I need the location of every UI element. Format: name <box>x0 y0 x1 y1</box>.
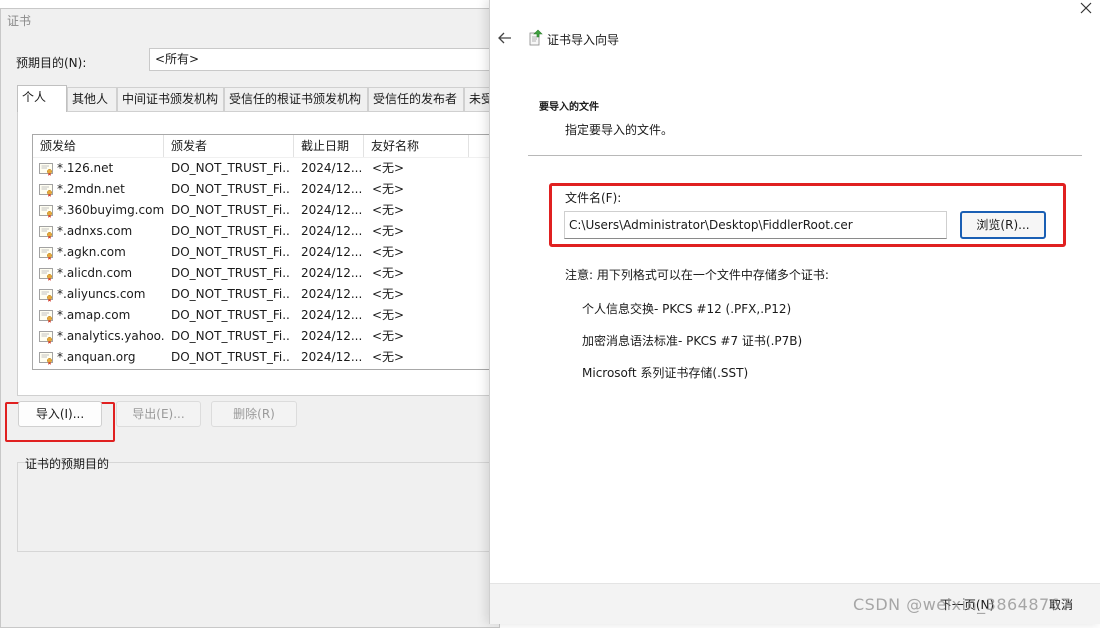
back-arrow-icon[interactable] <box>497 31 513 45</box>
cell-friendly-name: <无> <box>372 308 405 322</box>
watermark: CSDN @weixin_38648767 <box>853 595 1072 614</box>
file-name-label: 文件名(F): <box>565 191 622 205</box>
column-header-issuer[interactable]: 颁发者 <box>164 135 294 157</box>
certificate-icon <box>39 183 54 197</box>
tab-trusted-publishers[interactable]: 受信任的发布者 <box>368 87 464 111</box>
cell-friendly-name: <无> <box>372 266 405 280</box>
cell-friendly-name: <无> <box>372 287 405 301</box>
browse-button[interactable]: 浏览(R)... <box>960 211 1046 239</box>
table-row[interactable]: *.126.net DO_NOT_TRUST_Fi... 2024/12... <无> <box>33 158 501 179</box>
cell-friendly-name: <无> <box>372 329 405 343</box>
header-divider <box>528 155 1082 156</box>
cell-expiry: 2024/12... <box>301 329 363 343</box>
tab-personal[interactable]: 个人 <box>17 85 67 112</box>
cell-issuer: DO_NOT_TRUST_Fi... <box>171 182 291 196</box>
cell-friendly-name: <无> <box>372 245 405 259</box>
table-row[interactable]: *.aliyuncs.com DO_NOT_TRUST_Fi... 2024/12.… <box>33 284 501 305</box>
cell-issued-to: *.2mdn.net <box>57 182 125 196</box>
purpose-select[interactable]: <所有> <box>149 48 509 71</box>
certificate-icon <box>39 309 54 323</box>
wizard-title: 证书导入向导 <box>547 33 620 47</box>
cell-issued-to: *.adnxs.com <box>57 224 133 238</box>
table-row[interactable]: *.alicdn.com DO_NOT_TRUST_Fi... 2024/12...… <box>33 263 501 284</box>
cell-friendly-name: <无> <box>372 161 405 175</box>
export-button[interactable]: 导出(E)... <box>116 401 201 427</box>
table-row[interactable]: *.analytics.yahoo... DO_NOT_TRUST_Fi... 20… <box>33 326 501 347</box>
cell-issuer: DO_NOT_TRUST_Fi... <box>171 266 291 280</box>
cell-issuer: DO_NOT_TRUST_Fi... <box>171 161 291 175</box>
cell-expiry: 2024/12... <box>301 224 363 238</box>
file-name-input[interactable] <box>564 211 947 239</box>
certificate-icon <box>39 267 54 281</box>
tab-trusted-root-ca[interactable]: 受信任的根证书颁发机构 <box>224 87 368 111</box>
tab-other-people[interactable]: 其他人 <box>67 87 117 111</box>
certificate-manager-window: 证书 预期目的(N): <所有> 个人 其他人 中间证书颁发机构 受信任的根证书… <box>0 8 509 628</box>
format-pkcs7: 加密消息语法标准- PKCS #7 证书(.P7B) <box>582 334 803 348</box>
certificate-icon <box>39 225 54 239</box>
cell-issuer: DO_NOT_TRUST_Fi... <box>171 224 291 238</box>
cell-issued-to: *.alicdn.com <box>57 266 133 280</box>
wizard-icon <box>529 29 543 46</box>
cell-issued-to: *.126.net <box>57 161 114 175</box>
format-sst: Microsoft 系列证书存储(.SST) <box>582 366 749 380</box>
cell-issued-to: *.agkn.com <box>57 245 126 259</box>
import-button[interactable]: 导入(I)... <box>18 401 102 427</box>
cell-issuer: DO_NOT_TRUST_Fi... <box>171 308 291 322</box>
cell-issuer: DO_NOT_TRUST_Fi... <box>171 350 291 364</box>
step-subheading: 指定要导入的文件。 <box>565 123 674 137</box>
window-title: 证书 <box>7 14 32 28</box>
purpose-group-label: 证书的预期目的 <box>25 457 110 471</box>
cell-issuer: DO_NOT_TRUST_Fi... <box>171 245 291 259</box>
cell-issued-to: *.360buyimg.com <box>57 203 164 217</box>
cell-issued-to: *.anquan.org <box>57 350 136 364</box>
certificate-icon <box>39 162 54 176</box>
tab-intermediate-ca[interactable]: 中间证书颁发机构 <box>117 87 224 111</box>
certificate-import-wizard: 证书导入向导 要导入的文件 指定要导入的文件。 文件名(F): 浏览(R)...… <box>489 0 1100 624</box>
step-heading: 要导入的文件 <box>539 102 599 113</box>
table-row[interactable]: *.360buyimg.com DO_NOT_TRUST_Fi... 2024/12… <box>33 200 501 221</box>
cell-expiry: 2024/12... <box>301 308 363 322</box>
table-row[interactable]: *.adnxs.com DO_NOT_TRUST_Fi... 2024/12... <… <box>33 221 501 242</box>
cell-issued-to: *.analytics.yahoo... <box>57 329 164 343</box>
cell-expiry: 2024/12... <box>301 161 363 175</box>
format-pkcs12: 个人信息交换- PKCS #12 (.PFX,.P12) <box>582 302 792 316</box>
certificate-list[interactable]: 颁发给 颁发者 截止日期 友好名称 *.126.net DO_NOT_TRUST_… <box>32 134 502 370</box>
table-row[interactable]: *.amap.com DO_NOT_TRUST_Fi... 2024/12... <无… <box>33 305 501 326</box>
certificate-icon <box>39 246 54 260</box>
certificate-icon <box>39 330 54 344</box>
cell-friendly-name: <无> <box>372 350 405 364</box>
cell-issuer: DO_NOT_TRUST_Fi... <box>171 287 291 301</box>
certificate-icon <box>39 351 54 365</box>
cell-friendly-name: <无> <box>372 203 405 217</box>
close-icon[interactable] <box>1079 1 1093 15</box>
column-header-issued-to[interactable]: 颁发给 <box>33 135 164 157</box>
tab-panel: 颁发给 颁发者 截止日期 友好名称 *.126.net DO_NOT_TRUST_… <box>17 111 502 396</box>
cell-expiry: 2024/12... <box>301 287 363 301</box>
cell-expiry: 2024/12... <box>301 182 363 196</box>
cell-issuer: DO_NOT_TRUST_Fi... <box>171 329 291 343</box>
column-header-friendly-name[interactable]: 友好名称 <box>364 135 469 157</box>
cell-friendly-name: <无> <box>372 224 405 238</box>
cell-expiry: 2024/12... <box>301 203 363 217</box>
tab-strip: 个人 其他人 中间证书颁发机构 受信任的根证书颁发机构 受信任的发布者 未受 <box>17 85 497 112</box>
cell-issued-to: *.amap.com <box>57 308 131 322</box>
table-row[interactable]: *.anquan.org DO_NOT_TRUST_Fi... 2024/12...… <box>33 347 501 368</box>
table-row[interactable]: *.2mdn.net DO_NOT_TRUST_Fi... 2024/12... <无… <box>33 179 501 200</box>
cell-issued-to: *.aliyuncs.com <box>57 287 146 301</box>
table-row[interactable]: *.agkn.com DO_NOT_TRUST_Fi... 2024/12... <无… <box>33 242 501 263</box>
cell-expiry: 2024/12... <box>301 266 363 280</box>
certificate-icon <box>39 288 54 302</box>
format-note: 注意: 用下列格式可以在一个文件中存储多个证书: <box>565 268 829 282</box>
certificate-icon <box>39 204 54 218</box>
cell-issuer: DO_NOT_TRUST_Fi... <box>171 203 291 217</box>
cell-expiry: 2024/12... <box>301 245 363 259</box>
purpose-label: 预期目的(N): <box>16 56 87 70</box>
remove-button[interactable]: 删除(R) <box>211 401 297 427</box>
column-header-expiry[interactable]: 截止日期 <box>294 135 364 157</box>
cell-friendly-name: <无> <box>372 182 405 196</box>
purpose-group-box <box>17 462 501 552</box>
cell-expiry: 2024/12... <box>301 350 363 364</box>
